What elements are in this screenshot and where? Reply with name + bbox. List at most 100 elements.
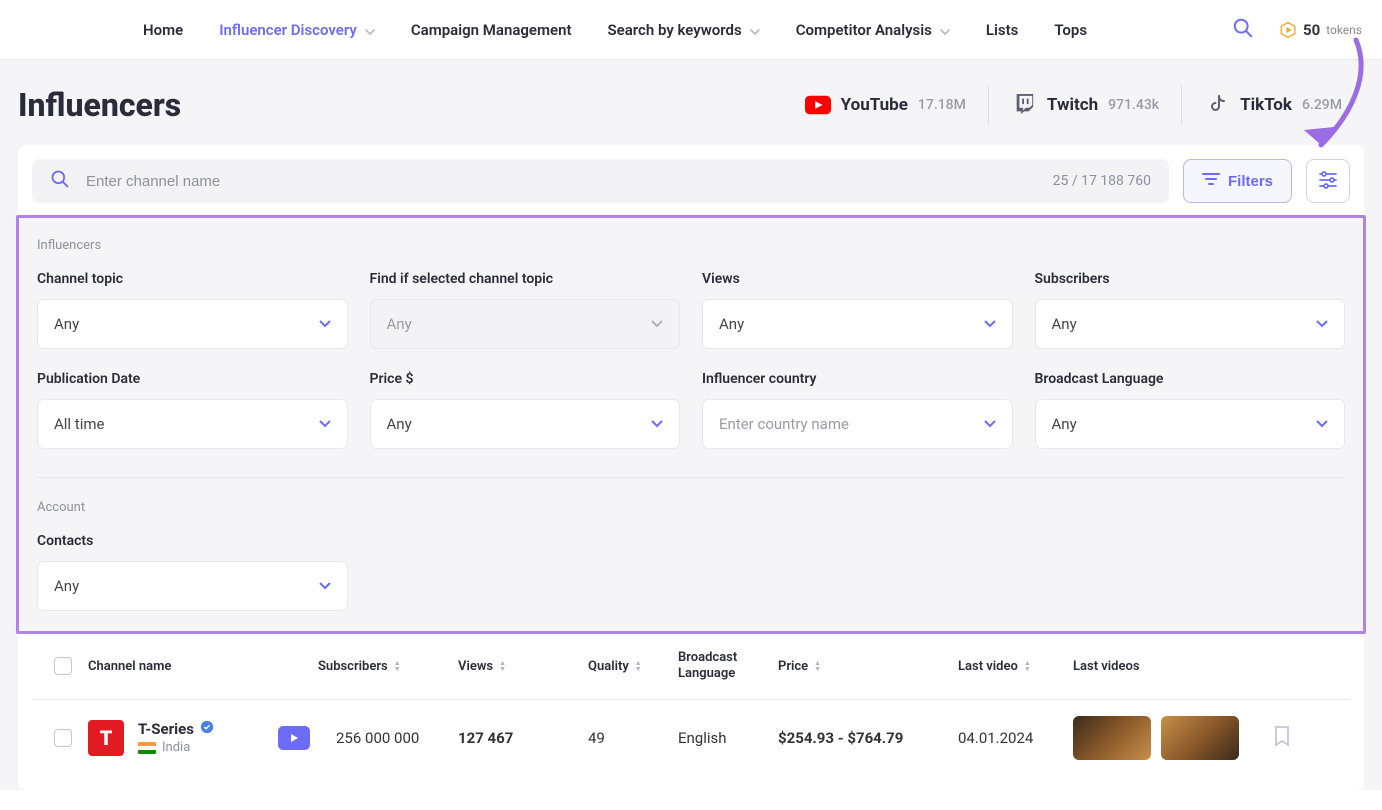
filter-divider bbox=[37, 477, 1345, 478]
sort-icon: ▲▼ bbox=[814, 660, 821, 672]
tiktok-icon bbox=[1204, 92, 1230, 118]
table-header: Channel name Subscribers▲▼ Views▲▼ Quali… bbox=[32, 634, 1350, 700]
video-thumbnail[interactable] bbox=[1161, 716, 1239, 760]
select-price[interactable]: Any bbox=[370, 399, 681, 449]
search-box[interactable]: 25 / 17 188 760 bbox=[32, 159, 1169, 203]
filter-subscribers: Subscribers Any bbox=[1035, 271, 1346, 349]
select-publication-date[interactable]: All time bbox=[37, 399, 348, 449]
nav-search-keywords[interactable]: Search by keywords bbox=[590, 21, 778, 39]
filters-section-account: Account bbox=[37, 500, 1345, 515]
chevron-down-icon bbox=[651, 320, 663, 328]
chevron-down-icon bbox=[365, 21, 375, 39]
th-last-video[interactable]: Last video▲▼ bbox=[958, 659, 1073, 674]
verified-icon bbox=[200, 720, 214, 738]
filter-views: Views Any bbox=[702, 271, 1013, 349]
nav-tops[interactable]: Tops bbox=[1036, 21, 1105, 39]
th-last-videos: Last videos bbox=[1073, 659, 1273, 674]
chevron-down-icon bbox=[319, 320, 331, 328]
sliders-icon bbox=[1318, 171, 1338, 192]
nav-influencer-discovery[interactable]: Influencer Discovery bbox=[201, 21, 393, 39]
sort-icon: ▲▼ bbox=[1024, 660, 1031, 672]
search-icon[interactable] bbox=[1222, 17, 1264, 43]
page-body: Influencers YouTube 17.18M Twitch 971.43… bbox=[0, 60, 1382, 790]
search-row: 25 / 17 188 760 Filters bbox=[32, 159, 1350, 203]
search-icon bbox=[50, 169, 86, 193]
select-contacts[interactable]: Any bbox=[37, 561, 348, 611]
search-counter: 25 / 17 188 760 bbox=[1053, 173, 1151, 189]
channel-name: T-Series bbox=[138, 720, 194, 738]
chevron-down-icon bbox=[651, 420, 663, 428]
filter-language: Broadcast Language Any bbox=[1035, 371, 1346, 449]
chevron-down-icon bbox=[319, 420, 331, 428]
channel-avatar: T bbox=[88, 720, 124, 756]
th-subscribers[interactable]: Subscribers▲▼ bbox=[318, 659, 458, 674]
filters-section-influencers: Influencers bbox=[37, 238, 1345, 253]
filter-country: Influencer country Enter country name bbox=[702, 371, 1013, 449]
filter-price: Price $ Any bbox=[370, 371, 681, 449]
nav-home[interactable]: Home bbox=[125, 21, 201, 39]
tokens-label: tokens bbox=[1326, 23, 1362, 37]
select-find-if[interactable]: Any bbox=[370, 299, 681, 349]
th-price[interactable]: Price▲▼ bbox=[778, 659, 958, 674]
settings-button[interactable] bbox=[1306, 159, 1350, 203]
bookmark-button[interactable] bbox=[1273, 725, 1333, 751]
chevron-down-icon bbox=[1316, 320, 1328, 328]
token-icon bbox=[1279, 21, 1297, 39]
select-country[interactable]: Enter country name bbox=[702, 399, 1013, 449]
th-language[interactable]: BroadcastLanguage bbox=[678, 650, 778, 683]
filters-panel: Influencers Channel topic Any Find if se… bbox=[16, 215, 1366, 634]
th-views[interactable]: Views▲▼ bbox=[458, 659, 588, 674]
tokens-count: 50 bbox=[1303, 21, 1320, 39]
select-subscribers[interactable]: Any bbox=[1035, 299, 1346, 349]
channel-country: India bbox=[162, 740, 190, 755]
platform-tabs: YouTube 17.18M Twitch 971.43k TikTok 6.2… bbox=[783, 85, 1364, 125]
play-button[interactable] bbox=[278, 726, 310, 750]
nav-campaign-management[interactable]: Campaign Management bbox=[393, 21, 590, 39]
page-header: Influencers YouTube 17.18M Twitch 971.43… bbox=[18, 85, 1364, 125]
chevron-down-icon bbox=[984, 420, 996, 428]
cell-subscribers: 256 000 000 bbox=[336, 729, 419, 747]
channel-search-input[interactable] bbox=[86, 173, 1053, 190]
select-language[interactable]: Any bbox=[1035, 399, 1346, 449]
youtube-icon bbox=[805, 92, 831, 118]
filter-channel-topic: Channel topic Any bbox=[37, 271, 348, 349]
tokens-indicator[interactable]: 50 tokens bbox=[1279, 21, 1362, 39]
flag-icon bbox=[138, 742, 156, 754]
nav-competitor-analysis[interactable]: Competitor Analysis bbox=[778, 21, 968, 39]
filter-publication-date: Publication Date All time bbox=[37, 371, 348, 449]
top-nav: Home Influencer Discovery Campaign Manag… bbox=[0, 0, 1382, 60]
select-channel-topic[interactable]: Any bbox=[37, 299, 348, 349]
select-all-checkbox[interactable] bbox=[54, 657, 72, 675]
filters-icon bbox=[1202, 172, 1220, 190]
filter-find-if: Find if selected channel topic Any bbox=[370, 271, 681, 349]
cell-language: English bbox=[678, 729, 778, 747]
chevron-down-icon bbox=[984, 320, 996, 328]
chevron-down-icon bbox=[1316, 420, 1328, 428]
select-views[interactable]: Any bbox=[702, 299, 1013, 349]
video-thumbnail[interactable] bbox=[1073, 716, 1151, 760]
chevron-down-icon bbox=[750, 21, 760, 39]
filters-button[interactable]: Filters bbox=[1183, 159, 1292, 203]
cell-last-video: 04.01.2024 bbox=[958, 729, 1073, 747]
filter-contacts: Contacts Any bbox=[37, 533, 348, 611]
cell-last-videos bbox=[1073, 716, 1273, 760]
sort-icon: ▲▼ bbox=[635, 660, 642, 672]
twitch-icon bbox=[1011, 92, 1037, 118]
th-channel-name[interactable]: Channel name bbox=[88, 659, 318, 674]
th-quality[interactable]: Quality▲▼ bbox=[588, 659, 678, 674]
tab-twitch[interactable]: Twitch 971.43k bbox=[988, 85, 1181, 125]
cell-quality: 49 bbox=[588, 729, 678, 747]
page-title: Influencers bbox=[18, 86, 181, 124]
sort-icon: ▲▼ bbox=[394, 660, 401, 672]
table-row: T T-Series India bbox=[32, 700, 1350, 776]
row-checkbox[interactable] bbox=[54, 729, 72, 747]
tab-youtube[interactable]: YouTube 17.18M bbox=[783, 85, 988, 125]
tab-tiktok[interactable]: TikTok 6.29M bbox=[1181, 85, 1364, 125]
chevron-down-icon bbox=[319, 582, 331, 590]
sort-icon: ▲▼ bbox=[499, 660, 506, 672]
nav-lists[interactable]: Lists bbox=[968, 21, 1036, 39]
chevron-down-icon bbox=[940, 21, 950, 39]
cell-views: 127 467 bbox=[458, 729, 588, 747]
cell-price: $254.93 - $764.79 bbox=[778, 729, 958, 747]
main-card: 25 / 17 188 760 Filters bbox=[18, 145, 1364, 790]
